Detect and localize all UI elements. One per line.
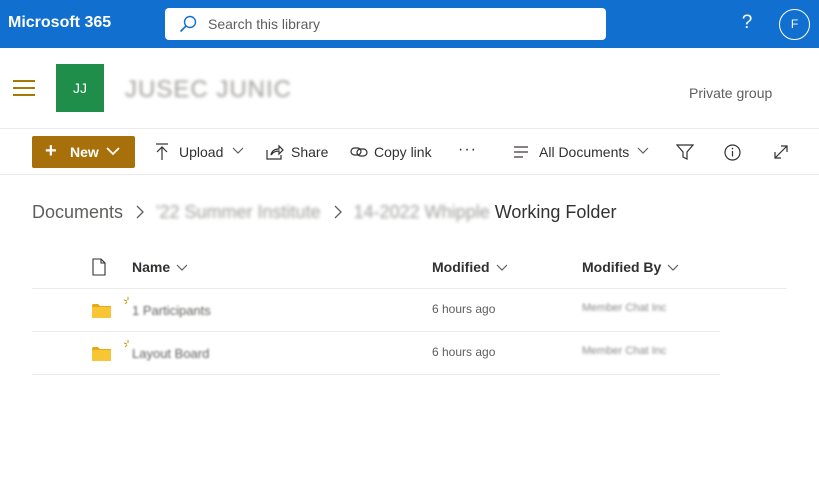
avatar[interactable]: F xyxy=(779,9,810,40)
breadcrumb-item-institute[interactable]: '22 Summer Institute xyxy=(156,202,321,222)
plus-icon: + xyxy=(45,140,57,162)
upload-label: Upload xyxy=(179,144,224,160)
chevron-down-icon xyxy=(176,264,188,272)
column-header-name[interactable]: Name xyxy=(132,259,188,275)
info-icon xyxy=(724,144,741,161)
new-button-label: New xyxy=(70,144,99,160)
column-header-modified[interactable]: Modified xyxy=(432,259,508,275)
breadcrumb-current: Working Folder xyxy=(494,202,617,222)
file-name-link[interactable]: Layout Board xyxy=(132,346,209,361)
share-button[interactable]: Share xyxy=(266,144,330,162)
header-divider xyxy=(0,128,819,129)
copy-link-label: Copy link xyxy=(374,144,432,160)
modified-time: 6 hours ago xyxy=(432,345,496,359)
file-name-link[interactable]: 1 Participants xyxy=(132,303,211,318)
share-icon xyxy=(266,144,284,160)
column-header-modified-by[interactable]: Modified By xyxy=(582,259,679,275)
commandbar-divider xyxy=(0,174,819,175)
search-box[interactable] xyxy=(165,8,606,40)
new-item-icon xyxy=(124,297,129,305)
link-icon xyxy=(350,147,368,157)
view-lines-icon xyxy=(514,146,528,158)
info-button[interactable] xyxy=(724,144,742,162)
breadcrumb-separator xyxy=(136,202,150,222)
more-actions-button[interactable]: ··· xyxy=(458,141,480,162)
file-type-icon[interactable] xyxy=(92,258,106,276)
suite-bar: Microsoft 365 ? F xyxy=(0,0,819,48)
upload-icon xyxy=(156,143,168,160)
filter-button[interactable] xyxy=(676,144,694,162)
breadcrumb: Documents '22 Summer Institute 14-2022 W… xyxy=(32,202,616,223)
column-header-modified-by-label: Modified By xyxy=(582,259,662,275)
site-title[interactable]: JUSEC JUNIC xyxy=(125,76,292,104)
app-launcher-brand[interactable]: Microsoft 365 xyxy=(8,14,111,32)
site-logo[interactable]: JJ xyxy=(56,64,104,112)
modified-by-user[interactable]: Member Chat Inc xyxy=(582,345,666,357)
expand-icon xyxy=(774,145,788,159)
table-row[interactable]: 1 Participants 6 hours ago Member Chat I… xyxy=(32,289,720,332)
folder-icon xyxy=(92,304,111,318)
share-label: Share xyxy=(291,144,329,160)
chevron-down-icon xyxy=(637,147,649,154)
modified-time: 6 hours ago xyxy=(432,302,496,316)
help-icon[interactable]: ? xyxy=(738,12,756,34)
search-input[interactable] xyxy=(208,8,588,40)
table-row[interactable]: Layout Board 6 hours ago Member Chat Inc xyxy=(32,332,720,375)
chevron-down-icon xyxy=(106,147,120,156)
new-item-icon xyxy=(124,340,129,348)
chevron-right-icon xyxy=(136,205,144,219)
breadcrumb-item-documents[interactable]: Documents xyxy=(32,202,123,222)
folder-icon xyxy=(92,347,111,361)
column-header-name-label: Name xyxy=(132,259,171,275)
modified-by-user[interactable]: Member Chat Inc xyxy=(582,302,666,314)
upload-button[interactable]: Upload xyxy=(155,143,245,162)
filter-icon xyxy=(676,144,694,160)
breadcrumb-separator xyxy=(334,202,348,222)
copy-link-button[interactable]: Copy link xyxy=(350,144,436,162)
expand-button[interactable] xyxy=(773,144,791,162)
breadcrumb-current-prefix: 14-2022 Whipple xyxy=(353,202,490,222)
column-header-modified-label: Modified xyxy=(432,259,490,275)
chevron-down-icon xyxy=(232,147,244,154)
more-icon: ··· xyxy=(458,141,477,158)
hamburger-menu-icon[interactable] xyxy=(13,80,35,96)
view-label: All Documents xyxy=(539,144,630,160)
new-button[interactable]: + New xyxy=(32,136,135,168)
group-privacy-label: Private group xyxy=(689,85,773,101)
search-icon xyxy=(180,15,197,32)
chevron-down-icon xyxy=(496,264,507,272)
view-switcher[interactable]: All Documents xyxy=(513,144,653,162)
chevron-down-icon xyxy=(667,264,679,272)
chevron-right-icon xyxy=(334,205,342,219)
